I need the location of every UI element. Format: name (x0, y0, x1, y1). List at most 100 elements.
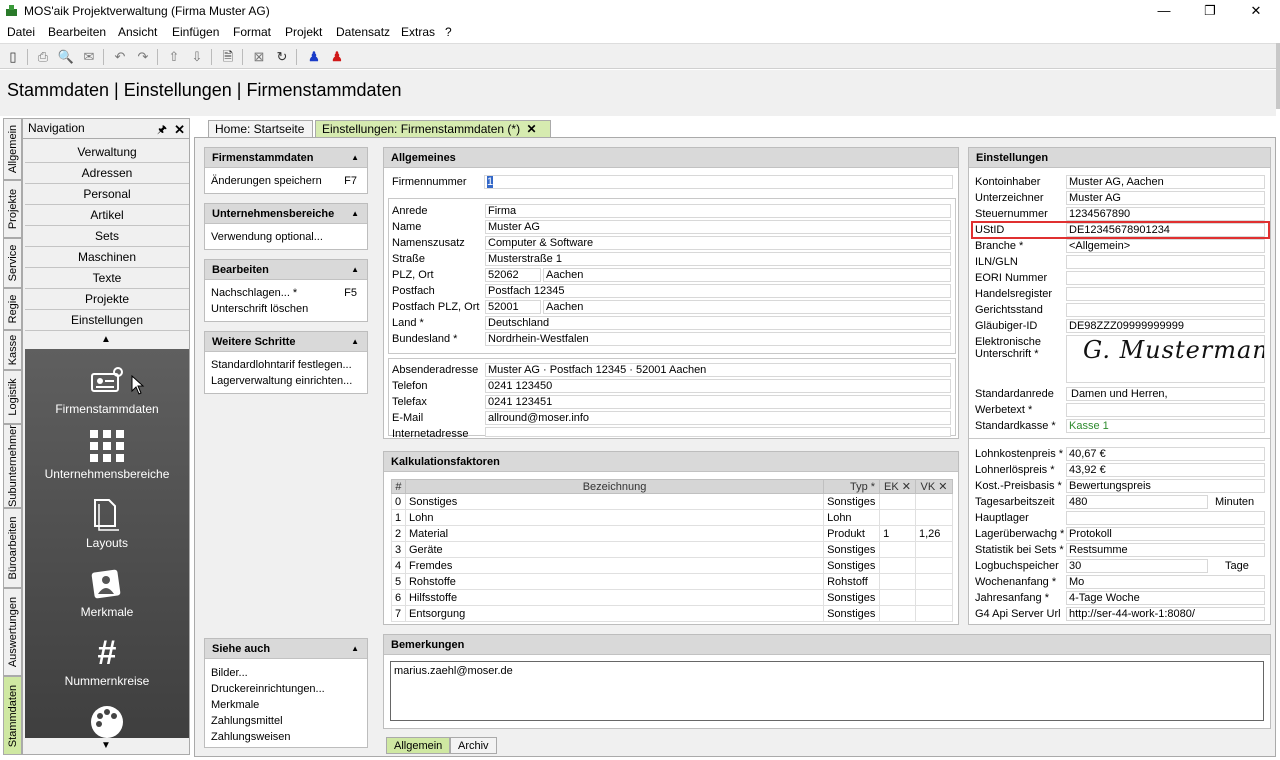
cell-typ[interactable]: Sonstiges (823, 557, 881, 574)
table-row[interactable]: 1 Lohn Lohn (391, 509, 953, 526)
input-land[interactable]: Deutschland (485, 316, 951, 330)
cell-typ[interactable]: Sonstiges (823, 493, 881, 510)
menu-help[interactable]: ? (445, 25, 452, 39)
col-bezeichnung[interactable]: Bezeichnung (404, 479, 825, 494)
vtab-projekte[interactable]: Projekte (3, 180, 22, 238)
input-postfach[interactable]: Postfach 12345 (485, 284, 951, 298)
col-vk[interactable]: VK ✕ (915, 479, 953, 494)
cell-ek[interactable] (879, 589, 916, 606)
vtab-kasse[interactable]: Kasse (3, 330, 22, 370)
menu-datensatz[interactable]: Datensatz (336, 25, 390, 39)
cell-typ[interactable]: Sonstiges (823, 541, 881, 558)
menu-extras[interactable]: Extras (401, 25, 435, 39)
move-down-icon[interactable]: ⇩ (188, 48, 206, 66)
select-jahresanfang[interactable]: 4-Tage Woche (1066, 591, 1265, 605)
input-plz[interactable]: 52062 (485, 268, 541, 282)
input-gerichtsstand[interactable] (1066, 303, 1265, 317)
select-lagerueberwachung[interactable]: Protokoll (1066, 527, 1265, 541)
cell-bezeichnung[interactable]: Hilfsstoffe (404, 589, 825, 606)
scroll-down-icon[interactable]: ▼ (23, 738, 189, 754)
cell-vk[interactable] (915, 605, 953, 622)
input-absenderadresse[interactable]: Muster AG · Postfach 12345 · 52001 Aache… (485, 363, 951, 377)
minimize-button[interactable]: — (1141, 0, 1187, 22)
print-preview-icon[interactable]: 🔍 (57, 48, 75, 66)
select-statistik-sets[interactable]: Restsumme (1066, 543, 1265, 557)
input-logbuchspeicher[interactable]: 30 (1066, 559, 1208, 573)
input-tagesarbeitszeit[interactable]: 480 (1066, 495, 1208, 509)
vtab-stammdaten[interactable]: Stammdaten (3, 676, 22, 755)
input-lohnerloespreis[interactable]: 43,92 € (1066, 463, 1265, 477)
link-verwendung-optional[interactable]: Verwendung optional... (211, 231, 323, 243)
input-internetadresse[interactable] (485, 427, 951, 437)
close-tab-icon[interactable]: ✕ (526, 122, 536, 136)
collapse-icon[interactable]: ▲ (351, 260, 359, 280)
tile-layouts[interactable]: Layouts (25, 498, 189, 550)
cell-typ[interactable]: Lohn (823, 509, 881, 526)
cell-bezeichnung[interactable]: Entsorgung (404, 605, 825, 622)
cell-bezeichnung[interactable]: Lohn (404, 509, 825, 526)
cell-vk[interactable]: 1,26 (915, 525, 953, 542)
new-document-icon[interactable]: ▯ (4, 48, 22, 66)
select-branche[interactable]: <Allgemein> (1066, 239, 1265, 253)
table-row[interactable]: 3 Geräte Sonstiges (391, 541, 953, 558)
nav-item-maschinen[interactable]: Maschinen (25, 247, 189, 268)
cell-vk[interactable] (915, 557, 953, 574)
table-row[interactable]: 6 Hilfsstoffe Sonstiges (391, 589, 953, 606)
mail-icon[interactable]: ✉ (80, 48, 98, 66)
nav-item-artikel[interactable]: Artikel (25, 205, 189, 226)
cell-ek[interactable] (879, 557, 916, 574)
col-ek[interactable]: EK ✕ (879, 479, 916, 494)
tile-unternehmensbereiche[interactable]: Unternehmensbereiche (25, 429, 189, 481)
col-typ[interactable]: Typ * (823, 479, 881, 494)
input-steuernummer[interactable]: 1234567890 (1066, 207, 1265, 221)
cell-typ[interactable]: Sonstiges (823, 589, 881, 606)
link-zahlungsmittel[interactable]: Zahlungsmittel (211, 715, 283, 727)
input-glaeubiger-id[interactable]: DE98ZZZ09999999999 (1066, 319, 1265, 333)
redo-icon[interactable]: ↷ (134, 48, 152, 66)
cell-ek[interactable] (879, 541, 916, 558)
link-unterschrift-loeschen[interactable]: Unterschrift löschen (211, 303, 308, 315)
cell-bezeichnung[interactable]: Geräte (404, 541, 825, 558)
input-postfach-plz[interactable]: 52001 (485, 300, 541, 314)
collapse-icon[interactable]: ▲ (351, 148, 359, 168)
input-standardanrede[interactable]: Damen und Herren, (1066, 387, 1265, 401)
menu-bearbeiten[interactable]: Bearbeiten (48, 25, 106, 39)
cell-bezeichnung[interactable]: Sonstiges (404, 493, 825, 510)
menu-projekt[interactable]: Projekt (285, 25, 322, 39)
nav-item-personal[interactable]: Personal (25, 184, 189, 205)
link-aenderungen-speichern[interactable]: Änderungen speichern (211, 175, 322, 187)
collapse-icon[interactable]: ▲ (351, 639, 359, 659)
maximize-button[interactable]: ❐ (1187, 0, 1233, 22)
cell-typ[interactable]: Rohstoff (823, 573, 881, 590)
menu-datei[interactable]: Datei (7, 25, 35, 39)
tile-nummernkreise[interactable]: # Nummernkreise (25, 636, 189, 688)
vtab-bueroarbeiten[interactable]: Büroarbeiten (3, 508, 22, 588)
link-merkmale[interactable]: Merkmale (211, 699, 259, 711)
input-unterzeichner[interactable]: Muster AG (1066, 191, 1265, 205)
input-lohnkostenpreis[interactable]: 40,67 € (1066, 447, 1265, 461)
input-ort[interactable]: Aachen (543, 268, 951, 282)
menu-format[interactable]: Format (233, 25, 271, 39)
user-red-icon[interactable]: ♟ (328, 48, 346, 66)
vtab-auswertungen[interactable]: Auswertungen (3, 588, 22, 676)
input-email[interactable]: allround@moser.info (485, 411, 951, 425)
input-name[interactable]: Muster AG (485, 220, 951, 234)
tile-merkmale[interactable]: Merkmale (25, 567, 189, 619)
tab-allgemein[interactable]: Allgemein (386, 737, 451, 754)
input-telefon[interactable]: 0241 123450 (485, 379, 951, 393)
link-druckereinrichtungen[interactable]: Druckereinrichtungen... (211, 683, 325, 695)
vtab-allgemein[interactable]: Allgemein (3, 118, 22, 180)
vtab-subunternehmer[interactable]: Subunternehmer (3, 424, 22, 508)
input-strasse[interactable]: Musterstraße 1 (485, 252, 951, 266)
cell-vk[interactable] (915, 493, 953, 510)
cell-ek[interactable] (879, 509, 916, 526)
input-firmennummer[interactable]: 1 (484, 175, 953, 189)
table-row[interactable]: 4 Fremdes Sonstiges (391, 557, 953, 574)
menu-einfuegen[interactable]: Einfügen (172, 25, 219, 39)
nav-item-einstellungen[interactable]: Einstellungen (25, 310, 189, 331)
close-window-button[interactable]: ✕ (1233, 0, 1279, 22)
pin-icon[interactable]: 🖈 (157, 121, 167, 140)
nav-item-projekte[interactable]: Projekte (25, 289, 189, 310)
signature-field[interactable]: G. Mustermann (1066, 335, 1265, 383)
tile-colors[interactable] (25, 704, 189, 738)
